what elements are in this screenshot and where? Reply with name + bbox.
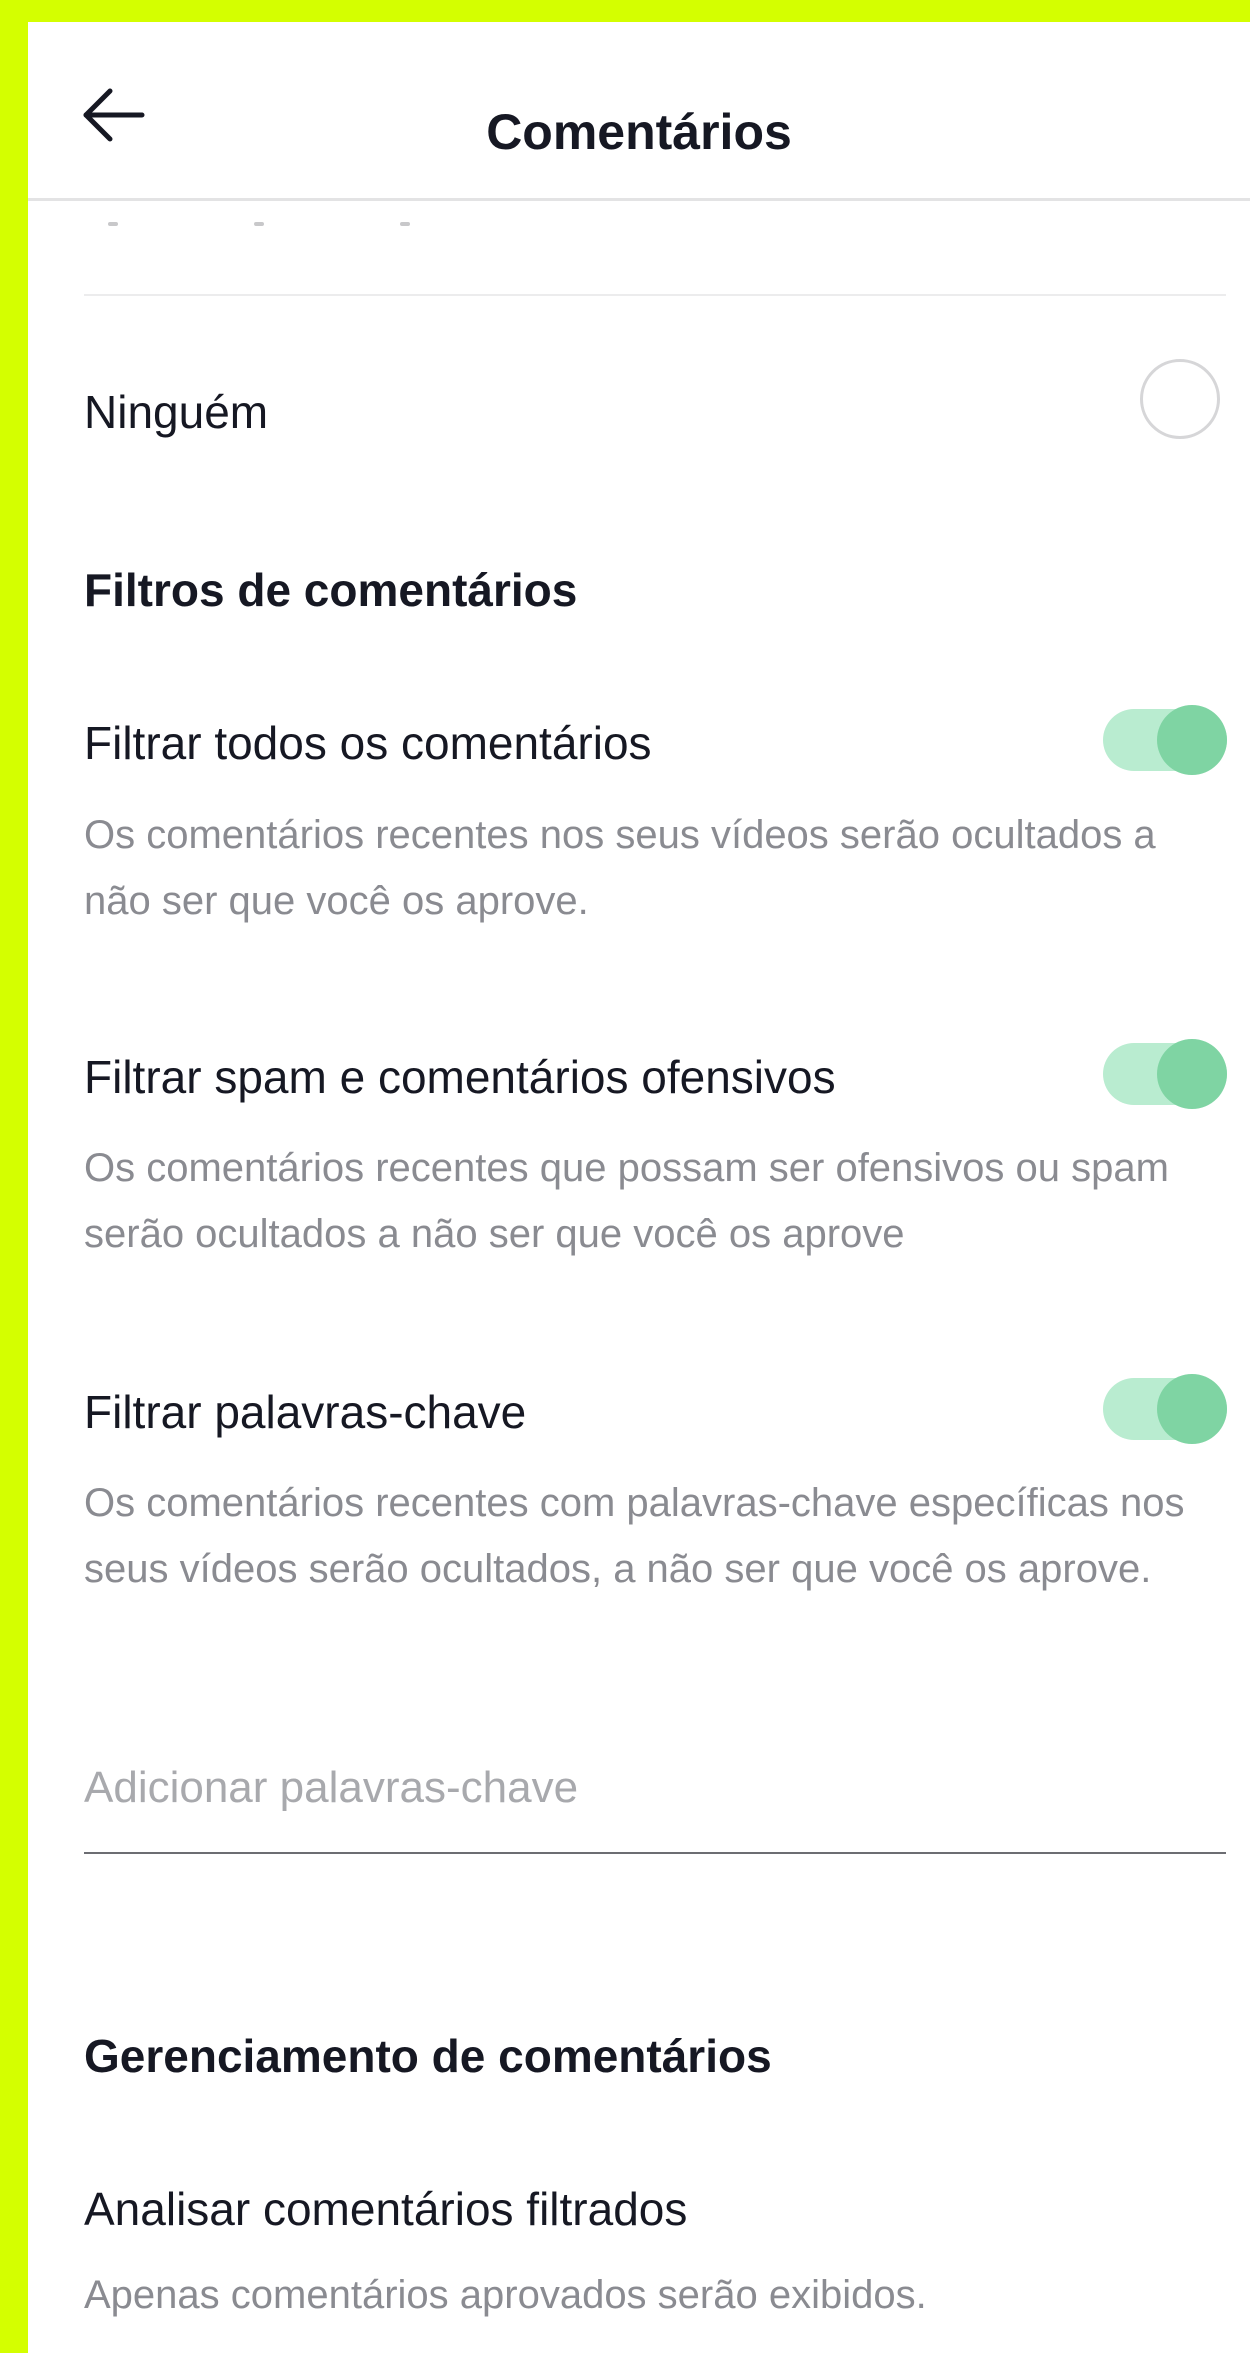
filter-spam-label: Filtrar spam e comentários ofensivos xyxy=(84,1051,836,1103)
filters-section-title: Filtros de comentários xyxy=(84,564,578,616)
comments-settings-screen: Comentários Ninguém Filtros de comentári… xyxy=(28,22,1250,2353)
page-title: Comentários xyxy=(486,104,792,160)
option-nobody-radio[interactable] xyxy=(1140,359,1220,439)
filter-keywords-label: Filtrar palavras-chave xyxy=(84,1386,527,1438)
management-section-title: Gerenciamento de comentários xyxy=(84,2030,772,2082)
filter-all-description: Os comentários recentes nos seus vídeos … xyxy=(84,813,1156,923)
top-bar: Comentários xyxy=(28,22,1250,201)
toggle-knob xyxy=(1157,1374,1227,1444)
filter-spam-description: Os comentários recentes que possam ser o… xyxy=(84,1146,1169,1256)
review-filtered-description: Apenas comentários aprovados serão exibi… xyxy=(84,2273,927,2317)
option-nobody-label: Ninguém xyxy=(84,386,269,438)
add-keywords-input[interactable] xyxy=(84,1757,1226,1819)
toggle-knob xyxy=(1157,705,1227,775)
review-filtered-label: Analisar comentários filtrados xyxy=(84,2183,688,2235)
input-underline xyxy=(84,1852,1226,1854)
filter-spam-toggle[interactable] xyxy=(1103,1039,1227,1109)
filter-keywords-toggle[interactable] xyxy=(1103,1374,1227,1444)
scrolled-off-text-fragment xyxy=(108,212,608,252)
divider xyxy=(84,294,1226,296)
filter-all-toggle[interactable] xyxy=(1103,705,1227,775)
filter-all-label: Filtrar todos os comentários xyxy=(84,717,652,769)
toggle-knob xyxy=(1157,1039,1227,1109)
filter-keywords-description: Os comentários recentes com palavras-cha… xyxy=(84,1481,1185,1591)
